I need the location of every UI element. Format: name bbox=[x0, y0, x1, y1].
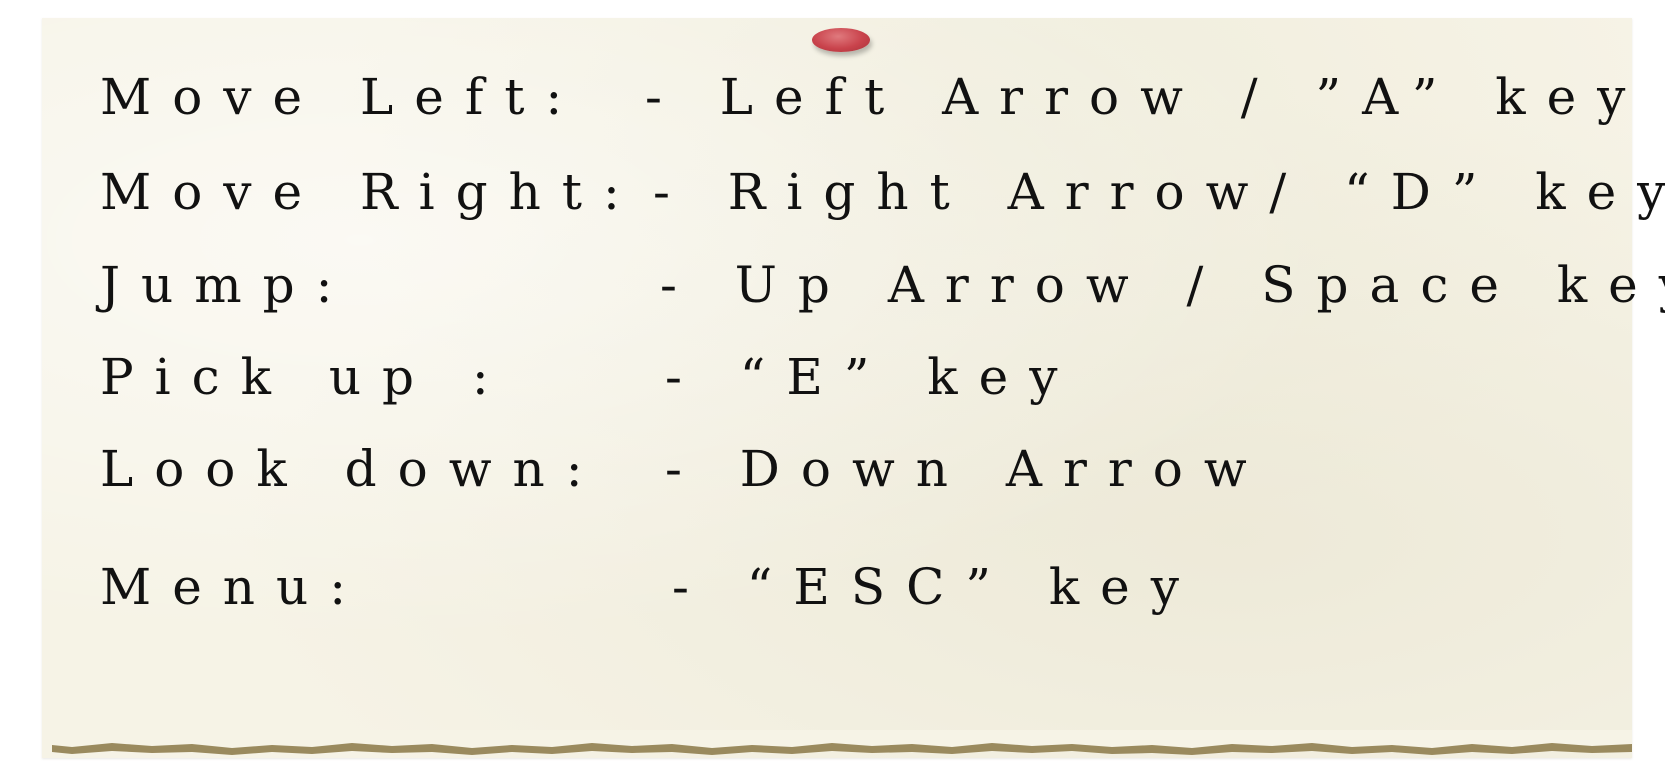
key-binding: - Up Arrow / Space key bbox=[660, 256, 1665, 314]
action-label: Look down: bbox=[100, 440, 604, 498]
action-label: Menu: bbox=[100, 558, 368, 616]
key-binding: - “ESC” key bbox=[672, 558, 1200, 616]
torn-paper-edge bbox=[52, 730, 1632, 755]
key-binding: - Down Arrow bbox=[665, 440, 1268, 498]
action-label: Pick up : bbox=[100, 348, 510, 406]
key-binding: - “E” key bbox=[665, 348, 1079, 406]
key-binding: - Right Arrow/ “D” key bbox=[653, 163, 1665, 221]
action-label: Move Left: bbox=[100, 68, 584, 126]
pushpin-icon bbox=[812, 28, 870, 52]
controls-screen: Move Left: - Left Arrow / ”A” key Move R… bbox=[0, 0, 1665, 777]
key-binding: - Left Arrow / ”A” key bbox=[645, 68, 1647, 126]
action-label: Move Right: bbox=[100, 163, 641, 221]
action-label: Jump: bbox=[100, 256, 354, 314]
